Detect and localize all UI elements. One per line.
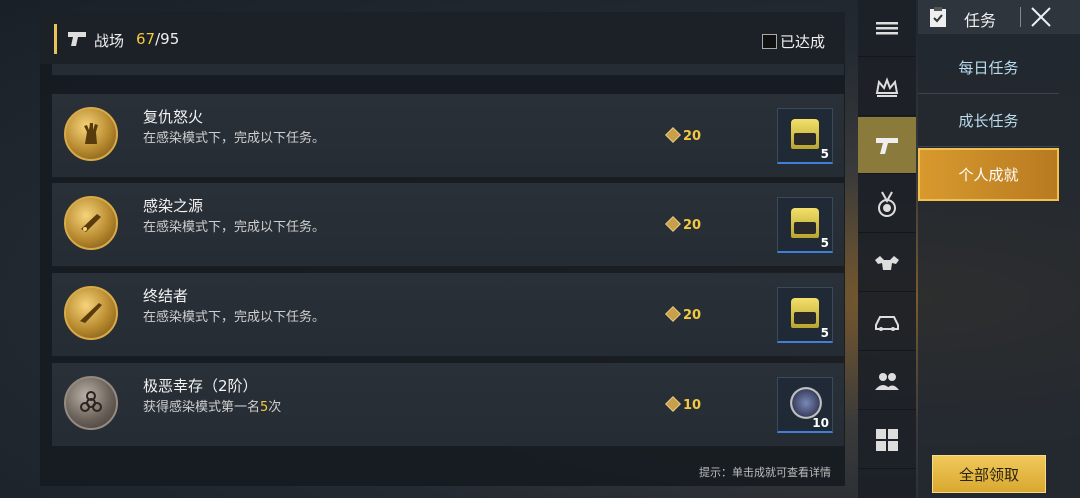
clipboard-icon xyxy=(930,7,946,27)
list-item[interactable]: 感染之源 在感染模式下，完成以下任务。 20 5 xyxy=(52,183,844,267)
achievement-description: 在感染模式下，完成以下任务。 xyxy=(143,220,326,235)
achievement-description: 在感染模式下，完成以下任务。 xyxy=(143,131,326,146)
claim-all-button[interactable]: 全部领取 xyxy=(932,455,1046,493)
pistol-icon xyxy=(68,32,86,46)
achievement-panel: 战场 67/95 已达成 5 复仇怒火 在感染模式下，完成以下任务。 20 5 xyxy=(40,12,845,486)
knife-medal-icon xyxy=(64,286,118,340)
description-suffix: 次 xyxy=(268,400,282,415)
reward-slot[interactable]: 10 xyxy=(777,377,833,433)
pistol-icon[interactable] xyxy=(858,117,916,174)
medal-icon[interactable] xyxy=(858,176,916,233)
achievement-list[interactable]: 5 复仇怒火 在感染模式下，完成以下任务。 20 5 感染之源 在感染模式下，完… xyxy=(52,64,844,460)
achieved-filter-checkbox[interactable] xyxy=(762,34,777,49)
header-divider xyxy=(1020,7,1021,27)
reward-quantity: 5 xyxy=(820,236,829,250)
achievement-points: 10 xyxy=(665,396,702,413)
reward-slot[interactable]: 5 xyxy=(777,287,833,343)
count-total: /95 xyxy=(155,30,180,48)
list-item[interactable]: 极恶幸存（2阶） 获得感染模式第一名5次 10 10 xyxy=(52,363,844,447)
achievement-description: 在感染模式下，完成以下任务。 xyxy=(143,310,326,325)
list-icon[interactable] xyxy=(858,0,916,57)
points-icon xyxy=(665,127,681,143)
points-icon xyxy=(665,306,681,322)
crate-icon xyxy=(791,208,819,238)
header-accent-bar xyxy=(54,24,57,54)
achievement-title: 感染之源 xyxy=(143,197,204,215)
reward-quantity: 10 xyxy=(812,416,829,430)
count-current: 67 xyxy=(136,30,156,48)
reward-slot[interactable]: 5 xyxy=(777,197,833,253)
reward-slot[interactable]: 5 xyxy=(777,108,833,164)
menu-item-daily-tasks[interactable]: 每日任务 xyxy=(918,42,1059,94)
blade-medal-icon xyxy=(64,196,118,250)
friends-icon[interactable] xyxy=(858,353,916,410)
menu-item-personal-achievements[interactable]: 个人成就 xyxy=(918,148,1059,201)
list-item[interactable]: 终结者 在感染模式下，完成以下任务。 20 5 xyxy=(52,273,844,357)
menu-item-growth-tasks[interactable]: 成长任务 xyxy=(918,95,1059,147)
hand-medal-icon xyxy=(64,107,118,161)
points-value: 20 xyxy=(683,218,702,233)
achievement-description: 获得感染模式第一名5次 xyxy=(143,396,281,415)
points-icon xyxy=(665,396,681,412)
points-value: 10 xyxy=(683,398,702,413)
badge-icon xyxy=(790,387,822,419)
list-item[interactable]: 复仇怒火 在感染模式下，完成以下任务。 20 5 xyxy=(52,94,844,178)
achievement-count: 67/95 xyxy=(136,30,179,48)
achievement-title: 终结者 xyxy=(143,287,189,305)
points-icon xyxy=(665,216,681,232)
crown-icon[interactable] xyxy=(858,59,916,116)
grid-icon[interactable] xyxy=(858,412,916,469)
crate-icon xyxy=(791,119,819,149)
crate-icon xyxy=(791,298,819,328)
points-value: 20 xyxy=(683,308,702,323)
close-icon[interactable] xyxy=(1028,4,1054,30)
task-menu: 任务 每日任务 成长任务 个人成就 全部领取 xyxy=(918,0,1080,498)
list-item-partial[interactable]: 5 xyxy=(52,64,844,76)
achievement-points: 20 xyxy=(665,306,702,323)
vehicle-icon[interactable] xyxy=(858,294,916,351)
task-header: 任务 xyxy=(918,0,1080,34)
points-value: 20 xyxy=(683,129,702,144)
biohazard-medal-icon xyxy=(64,376,118,430)
muscle-icon[interactable] xyxy=(858,235,916,292)
panel-header: 战场 67/95 已达成 xyxy=(40,12,845,64)
task-title: 任务 xyxy=(964,11,997,30)
achieved-filter-label[interactable]: 已达成 xyxy=(780,31,825,52)
achievement-title: 复仇怒火 xyxy=(143,108,204,126)
category-sidebar xyxy=(858,0,916,498)
achievement-points: 20 xyxy=(665,127,702,144)
page-title: 战场 xyxy=(94,32,125,50)
reward-quantity: 5 xyxy=(820,147,829,161)
achievement-title: 极恶幸存（2阶） xyxy=(143,377,258,395)
reward-quantity: 5 xyxy=(820,326,829,340)
description-prefix: 获得感染模式第一名 xyxy=(143,400,261,415)
achievement-points: 20 xyxy=(665,216,702,233)
hint-text: 提示：单击成就可查看详情 xyxy=(699,466,831,479)
